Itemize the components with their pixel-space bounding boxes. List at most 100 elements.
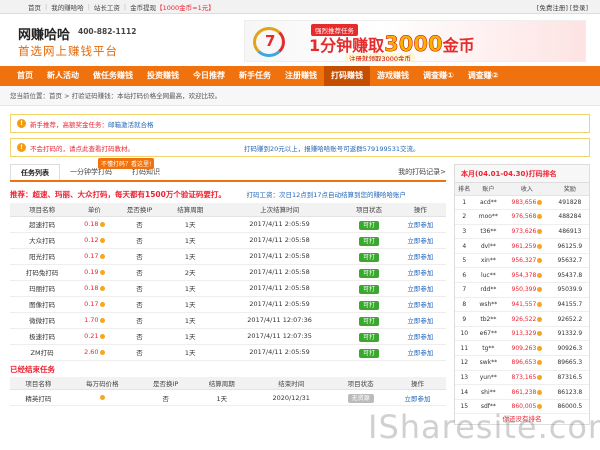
table-cell: 微微打码 <box>10 312 75 329</box>
site-logo-name[interactable]: 网赚哈哈 <box>18 24 70 43</box>
hotline: 400-882-1112 <box>78 27 137 36</box>
table-cell: 立即参加 <box>394 232 446 249</box>
banner-subtext: 注册就领取3000金币 <box>345 53 416 61</box>
topbar-link-my-account[interactable]: 我的赚哈哈 <box>51 2 84 12</box>
ranking-cell: 95437.8 <box>550 267 589 284</box>
price-value: 0.17 <box>84 252 99 260</box>
ranking-cell: 13 <box>455 370 474 386</box>
ranking-cell: 941,557 <box>503 297 551 313</box>
nav-item-newbie-event[interactable]: 新人活动 <box>40 66 86 86</box>
table-cell: 可打 <box>343 264 395 281</box>
notice-newbie-link[interactable]: 邮箱激活就合格 <box>108 119 154 129</box>
ranking-cell: 909,263 <box>503 340 551 357</box>
status-badge: 可打 <box>358 348 379 358</box>
table-cell: 立即参加 <box>394 280 446 297</box>
coin-icon <box>537 272 543 278</box>
my-records-link[interactable]: 我的打码记录> <box>398 164 446 180</box>
ranking-cell: 96125.9 <box>550 238 589 254</box>
ranking-cell: luc** <box>473 267 504 284</box>
ranking-cell: 1 <box>455 195 474 211</box>
column-header: 项目状态 <box>332 376 390 390</box>
ranking-panel: 本月(04.01-04.30)打码排名 排名 账户 收入 奖励 1 acd** 983,6… <box>454 164 590 426</box>
table-cell: 大众打码 <box>10 232 75 249</box>
ranking-cell: 7 <box>455 282 474 298</box>
nav-item-game-earn[interactable]: 游戏赚钱 <box>370 66 416 86</box>
table-cell: 2.60 <box>74 344 115 361</box>
column-header: 结算周期 <box>193 376 251 390</box>
join-link[interactable]: 立即参加 <box>407 285 433 293</box>
ranking-cell: yun** <box>473 370 504 386</box>
nav-item-survey-1[interactable]: 调查赚① <box>416 66 461 86</box>
table-cell: 否 <box>114 264 165 281</box>
ranking-cell: 491828 <box>550 195 589 211</box>
table-cell: 2017/4/11 2:05:58 <box>215 264 344 281</box>
topbar-link-home[interactable]: 首页 <box>28 2 41 12</box>
join-link[interactable]: 立即参加 <box>407 317 433 325</box>
nav-item-captcha-earn[interactable]: 打码赚钱 <box>324 66 370 86</box>
task-table-header: 项目名称 单价 是否换IP 结算周期 上次结算时间 项目状态 操作 <box>10 203 446 217</box>
tab-task-list[interactable]: 任务列表 <box>10 164 60 180</box>
column-header: 项目状态 <box>343 203 395 217</box>
ranking-row: 7 rdd** 950,399 95039.9 <box>455 282 589 298</box>
table-cell: 0.12 <box>74 232 115 249</box>
coin-icon <box>99 269 105 275</box>
column-header: 操作 <box>394 203 446 217</box>
table-cell: 立即参加 <box>394 328 446 345</box>
join-link[interactable]: 立即参加 <box>407 349 433 357</box>
ranking-cell: wsh** <box>473 297 504 313</box>
ranking-cell: e67** <box>473 326 504 342</box>
topbar-link-webmaster-salary[interactable]: 站长工资 <box>94 2 120 12</box>
status-badge: 可打 <box>358 332 379 342</box>
table-cell: 精英打码 <box>10 389 67 406</box>
join-link[interactable]: 立即参加 <box>407 269 433 277</box>
join-link[interactable]: 立即参加 <box>407 333 433 341</box>
ranking-cell: t36** <box>473 224 504 240</box>
coin-icon <box>537 374 543 380</box>
join-link[interactable]: 立即参加 <box>407 221 433 229</box>
income-value: 896,653 <box>511 359 537 367</box>
status-badge: 可打 <box>358 236 379 246</box>
ranking-cell: 961,259 <box>503 238 551 254</box>
ranking-cell: 89665.3 <box>550 355 589 371</box>
nav-item-invest[interactable]: 投资赚钱 <box>140 66 186 86</box>
join-link[interactable]: 立即参加 <box>407 253 433 261</box>
table-cell: 否 <box>114 344 165 361</box>
task-panel: 任务列表 一分钟学打码 打码知识 不懂打码？看这里! 我的打码记录> 推荐：超速… <box>10 158 446 406</box>
coin-icon <box>99 285 105 291</box>
promo-banner[interactable]: 7 强烈推荐任务 1分钟赚取3000金币 注册就领取3000金币 <box>244 20 586 62</box>
join-link[interactable]: 立即参加 <box>407 237 433 245</box>
column-header: 每万码价格 <box>66 376 138 390</box>
table-cell: 立即参加 <box>394 344 446 361</box>
topbar-link-withdraw[interactable]: 金币提现 <box>130 2 156 12</box>
warning-icon: ! <box>17 143 26 152</box>
join-link[interactable]: 立即参加 <box>407 301 433 309</box>
column-header: 收入 <box>503 183 551 196</box>
table-cell: 2017/4/11 2:05:59 <box>215 296 344 313</box>
nav-item-home[interactable]: 首页 <box>10 66 40 86</box>
nav-item-today[interactable]: 今日推荐 <box>186 66 232 86</box>
nav-item-newbie-tasks[interactable]: 新手任务 <box>232 66 278 86</box>
tutorial-link[interactable]: 不会打码的，请点此查看打码教材。 <box>30 143 134 153</box>
table-cell: 打码兔打码 <box>10 264 75 281</box>
ranking-cell: 90926.3 <box>550 340 589 357</box>
ranking-cell: shi** <box>473 384 504 400</box>
join-link[interactable]: 立即参加 <box>405 395 431 403</box>
income-value: 909,263 <box>511 344 537 352</box>
ranking-row: 9 tb2** 926,522 92652.2 <box>455 311 589 327</box>
nav-item-survey-2[interactable]: 调查赚② <box>461 66 506 86</box>
nav-item-register-earn[interactable]: 注册赚钱 <box>278 66 324 86</box>
table-cell: 2017/4/11 12:07:35 <box>215 328 344 345</box>
register-login-links[interactable]: [免费注册] [登录] <box>537 2 588 12</box>
column-header: 奖励 <box>550 183 589 196</box>
table-cell: 0.18 <box>74 280 115 297</box>
qq-group-note: 打码赚到20元以上，报赚哈哈账号可返群579199531交流。 <box>244 144 420 153</box>
coin-icon <box>537 287 543 293</box>
column-header: 是否换IP <box>137 376 194 390</box>
nav-item-tasks[interactable]: 做任务赚钱 <box>86 66 140 86</box>
ranking-cell: 10 <box>455 326 474 342</box>
table-cell: 1天 <box>164 280 216 297</box>
coin-icon <box>99 253 105 259</box>
ranking-cell: 896,653 <box>503 355 551 371</box>
status-badge: 可打 <box>358 252 379 262</box>
ranking-cell: 976,568 <box>503 209 551 225</box>
